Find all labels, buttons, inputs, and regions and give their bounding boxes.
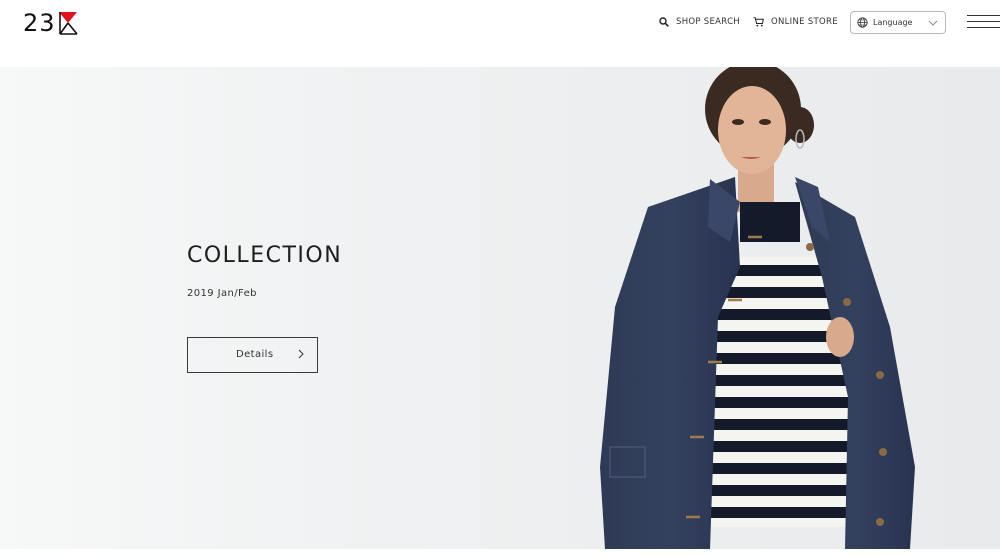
search-icon <box>659 17 669 27</box>
brand-logo[interactable]: 23 <box>23 10 78 36</box>
globe-icon <box>857 17 868 28</box>
details-button[interactable]: Details <box>187 337 318 373</box>
logo-mark-icon <box>58 12 78 35</box>
language-label: Language <box>873 18 913 27</box>
model-photo <box>600 67 915 549</box>
chevron-down-icon <box>928 20 938 26</box>
language-select[interactable]: Language <box>850 11 946 34</box>
hero-banner: COLLECTION 2019 Jan/Feb Details <box>0 67 1000 549</box>
online-store-link[interactable]: ONLINE STORE <box>753 17 838 27</box>
chevron-right-icon <box>298 349 304 359</box>
cart-icon <box>753 17 764 27</box>
details-button-label: Details <box>236 349 274 360</box>
shop-search-label: SHOP SEARCH <box>676 17 740 27</box>
online-store-label: ONLINE STORE <box>771 17 838 27</box>
hero-title: COLLECTION <box>187 243 343 268</box>
logo-text: 23 <box>23 9 56 37</box>
hero-subtitle: 2019 Jan/Feb <box>187 288 257 299</box>
shop-search-link[interactable]: SHOP SEARCH <box>659 17 740 27</box>
hero-bottom-border <box>0 549 1000 555</box>
hamburger-menu-icon[interactable] <box>967 15 1000 31</box>
site-header: 23 SHOP SEARCH ONLINE STORE Language <box>0 0 1000 67</box>
